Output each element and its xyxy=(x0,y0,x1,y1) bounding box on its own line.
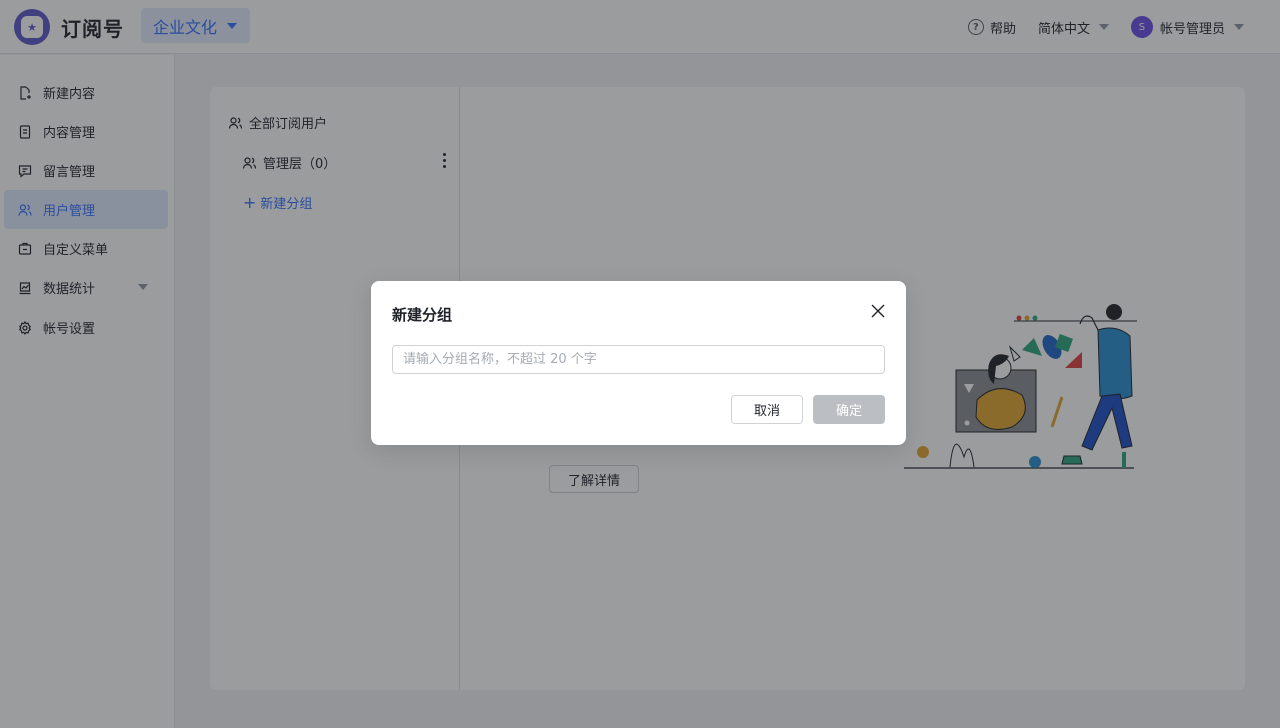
close-icon[interactable] xyxy=(871,304,885,318)
dialog-title: 新建分组 xyxy=(392,306,453,324)
cancel-button[interactable]: 取消 xyxy=(731,395,803,424)
new-group-dialog: 新建分组 取消 确定 xyxy=(371,281,906,445)
confirm-button[interactable]: 确定 xyxy=(813,395,885,424)
group-name-input[interactable] xyxy=(392,345,885,374)
